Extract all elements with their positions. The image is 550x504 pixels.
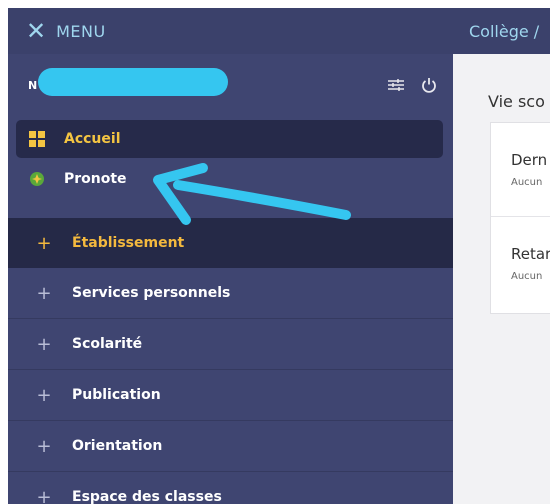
section-scolarite[interactable]: + Scolarité: [8, 319, 453, 370]
power-icon[interactable]: [421, 77, 437, 93]
section-orientation[interactable]: + Orientation: [8, 421, 453, 472]
redaction-scribble: [38, 68, 228, 96]
card-item-dernieres[interactable]: Dern Aucun: [491, 123, 550, 217]
grid-icon: [26, 131, 48, 147]
quick-link-accueil[interactable]: Accueil: [16, 120, 443, 158]
section-publication[interactable]: + Publication: [8, 370, 453, 421]
menu-header[interactable]: ✕ MENU: [8, 8, 453, 54]
settings-sliders-icon[interactable]: [387, 78, 405, 92]
school-header: Collège /: [453, 8, 550, 54]
section-label: Établissement: [72, 235, 185, 251]
section-label: Publication: [72, 387, 161, 403]
section-label: Orientation: [72, 438, 163, 454]
plus-icon: +: [36, 486, 52, 504]
info-card: Dern Aucun Retar Aucun: [490, 122, 550, 314]
main-content: Vie sco Dern Aucun Retar Aucun: [453, 54, 550, 504]
plus-icon: +: [36, 232, 52, 254]
page-title: Vie sco: [488, 92, 545, 111]
user-row: N: [8, 54, 453, 116]
menu-label: MENU: [56, 21, 106, 41]
school-name: Collège /: [469, 21, 540, 41]
quick-link-label: Accueil: [64, 131, 121, 147]
user-name: N: [28, 78, 38, 92]
plus-icon: +: [36, 384, 52, 406]
section-services-personnels[interactable]: + Services personnels: [8, 268, 453, 319]
sidebar-menu: ✕ MENU N Accueil Pronote + Établissement…: [8, 8, 453, 504]
card-item-title: Retar: [511, 245, 550, 263]
close-icon[interactable]: ✕: [26, 19, 46, 43]
card-item-subtitle: Aucun: [511, 271, 543, 282]
plus-icon: +: [36, 435, 52, 457]
section-etablissement[interactable]: + Établissement: [8, 218, 453, 268]
card-item-retards[interactable]: Retar Aucun: [491, 217, 550, 311]
pronote-icon: [26, 171, 48, 187]
quick-link-pronote[interactable]: Pronote: [16, 160, 443, 198]
section-label: Scolarité: [72, 336, 143, 352]
section-label: Services personnels: [72, 285, 231, 301]
user-tools: [387, 77, 437, 93]
card-item-title: Dern: [511, 151, 548, 169]
card-item-subtitle: Aucun: [511, 177, 543, 188]
plus-icon: +: [36, 282, 52, 304]
plus-icon: +: [36, 333, 52, 355]
section-espace-des-classes[interactable]: + Espace des classes: [8, 472, 453, 504]
section-label: Espace des classes: [72, 489, 222, 504]
quick-link-label: Pronote: [64, 171, 127, 187]
